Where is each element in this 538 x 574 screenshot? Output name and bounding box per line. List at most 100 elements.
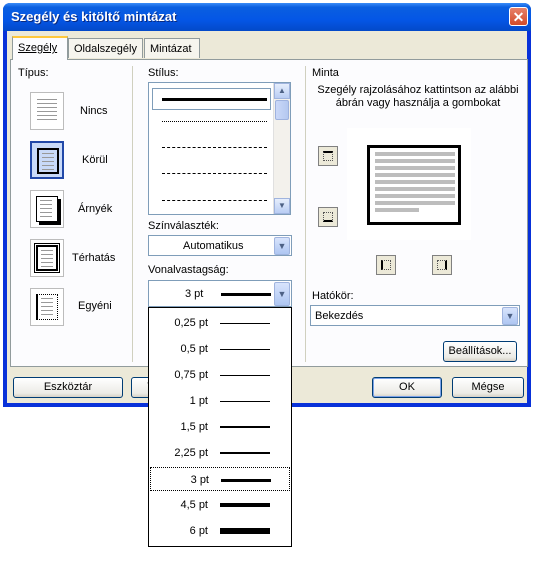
tab-label: Szegély — [18, 42, 58, 54]
color-dropdown-button[interactable]: ▼ — [274, 237, 290, 255]
cancel-button[interactable]: Mégse — [452, 377, 524, 398]
3d-border-icon — [34, 243, 60, 273]
width-option[interactable]: 3 pt — [150, 467, 290, 491]
scroll-down-button[interactable]: ▼ — [274, 198, 290, 214]
ok-button[interactable]: OK — [372, 377, 442, 398]
width-option[interactable]: 1 pt — [150, 389, 290, 413]
preset-none-button[interactable] — [30, 92, 64, 130]
width-sample-line — [221, 293, 271, 296]
width-select[interactable]: 3 pt ▼ — [148, 280, 292, 307]
width-dropdown-button[interactable]: ▼ — [274, 282, 290, 306]
preview-text-lines — [375, 152, 455, 215]
width-option-sample-line — [220, 426, 270, 428]
width-option[interactable]: 4,5 pt — [150, 493, 290, 517]
preset-custom-label: Egyéni — [78, 300, 112, 312]
style-dash-dot-line[interactable] — [162, 200, 267, 201]
title-bar[interactable]: Szegély és kitöltő mintázat ✕ — [3, 3, 531, 31]
close-button[interactable]: ✕ — [509, 7, 528, 26]
width-option[interactable]: 6 pt — [150, 519, 290, 543]
preset-3d-button[interactable] — [30, 239, 64, 277]
apply-to-dropdown-button[interactable]: ▼ — [502, 307, 518, 325]
width-option-sample-line — [220, 503, 270, 507]
left-border-button[interactable] — [376, 255, 396, 275]
width-option[interactable]: 0,75 pt — [150, 363, 290, 387]
options-button[interactable]: Beállítások... — [443, 341, 517, 362]
toolbar-button[interactable]: Eszköztár — [13, 377, 123, 398]
document-lines — [41, 250, 53, 270]
shadow-border-icon — [36, 196, 58, 222]
style-list[interactable]: ▲ ▼ — [148, 82, 291, 215]
preset-box-button[interactable] — [30, 141, 64, 179]
chevron-up-icon: ▲ — [278, 86, 286, 95]
width-option[interactable]: 2,25 pt — [150, 441, 290, 465]
scroll-up-button[interactable]: ▲ — [274, 83, 290, 99]
chevron-down-icon: ▼ — [505, 311, 515, 321]
tab-page-border[interactable]: Oldalszegély — [68, 38, 143, 58]
width-option-label: 0,5 pt — [180, 343, 208, 355]
apply-to-value: Bekezdés — [315, 310, 364, 322]
width-option-sample-line — [220, 375, 270, 376]
chevron-down-icon: ▼ — [277, 289, 287, 299]
bottom-border-button[interactable] — [318, 207, 338, 227]
preset-custom-button[interactable] — [30, 288, 64, 326]
preview-hint: Szegély rajzolásához kattintson az alább… — [317, 84, 519, 109]
preset-shadow-button[interactable] — [30, 190, 64, 228]
bottom-border-icon — [323, 212, 333, 222]
width-option-label: 0,75 pt — [174, 369, 208, 381]
divider — [305, 66, 306, 362]
document-icon — [37, 99, 57, 123]
left-border-icon — [381, 260, 391, 270]
style-dashed-line[interactable] — [162, 173, 267, 174]
tab-label: Oldalszegély — [74, 43, 137, 55]
chevron-down-icon: ▼ — [277, 241, 287, 251]
style-scrollbar[interactable]: ▲ ▼ — [273, 83, 290, 214]
width-option-label: 2,25 pt — [174, 447, 208, 459]
document-lines — [42, 153, 54, 173]
style-label: Stílus: — [148, 67, 179, 79]
style-dashed-small-line[interactable] — [162, 147, 267, 148]
width-option-sample-line — [220, 323, 270, 324]
top-border-icon — [323, 151, 333, 161]
width-option-label: 1 pt — [189, 395, 208, 407]
box-border-icon — [37, 148, 59, 174]
right-border-icon — [437, 260, 447, 270]
width-option-label: 1,5 pt — [180, 421, 208, 433]
width-option-sample-line — [220, 401, 270, 402]
tab-border[interactable]: Szegély — [12, 36, 68, 60]
color-value: Automatikus — [183, 240, 244, 252]
width-option-label: 0,25 pt — [174, 317, 208, 329]
preset-box-label: Körül — [82, 154, 108, 166]
width-dropdown-list[interactable]: 0,25 pt 0,5 pt 0,75 pt 1 pt 1,5 pt 2,25 pt 3 p… — [148, 307, 292, 547]
right-border-button[interactable] — [432, 255, 452, 275]
dialog-title: Szegély és kitöltő mintázat — [11, 9, 177, 24]
preset-shadow-label: Árnyék — [78, 203, 113, 215]
preview-label: Minta — [312, 67, 339, 79]
width-option-sample-line — [220, 349, 270, 350]
style-dotted-line[interactable] — [162, 121, 267, 122]
tab-label: Mintázat — [150, 43, 192, 55]
preset-none-label: Nincs — [80, 105, 108, 117]
width-option[interactable]: 0,5 pt — [150, 337, 290, 361]
width-label: Vonalvastagság: — [148, 264, 229, 276]
width-option-sample-line — [220, 452, 270, 454]
width-option-label: 4,5 pt — [180, 499, 208, 511]
apply-to-label: Hatókör: — [312, 290, 354, 302]
type-label: Típus: — [18, 67, 49, 79]
width-option-label: 6 pt — [189, 525, 208, 537]
border-preview[interactable] — [347, 128, 471, 240]
document-lines — [40, 200, 52, 220]
top-border-button[interactable] — [318, 146, 338, 166]
tab-shading[interactable]: Mintázat — [144, 38, 200, 58]
width-option[interactable]: 1,5 pt — [150, 415, 290, 439]
scroll-thumb[interactable] — [275, 100, 289, 120]
width-option[interactable]: 0,25 pt — [150, 311, 290, 335]
color-select[interactable]: Automatikus ▼ — [148, 235, 292, 256]
width-option-sample-line — [220, 528, 270, 534]
chevron-down-icon: ▼ — [278, 201, 286, 210]
style-solid-line[interactable] — [162, 98, 267, 101]
document-lines — [41, 298, 53, 318]
width-option-label: 3 pt — [190, 474, 209, 486]
apply-to-select[interactable]: Bekezdés ▼ — [310, 305, 520, 326]
width-option-sample-line — [221, 479, 271, 482]
close-icon: ✕ — [512, 9, 525, 25]
